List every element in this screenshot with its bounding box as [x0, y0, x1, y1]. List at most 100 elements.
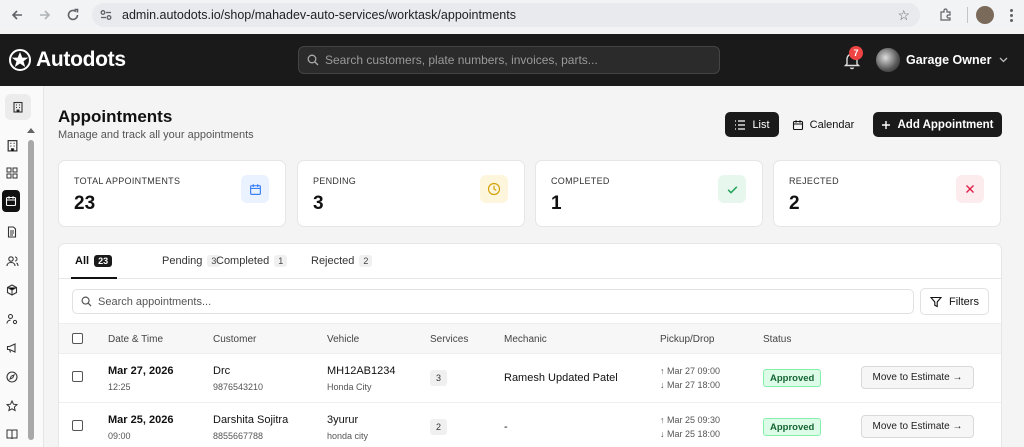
bookmark-star-icon[interactable]: ☆: [897, 7, 910, 24]
browser-toolbar: admin.autodots.io/shop/mahadev-auto-serv…: [0, 0, 1024, 30]
sidebar-item-explore[interactable]: [4, 369, 20, 385]
url-text[interactable]: admin.autodots.io/shop/mahadev-auto-serv…: [122, 8, 516, 22]
sidebar-item-dashboard[interactable]: [4, 137, 20, 153]
stat-label: TOTAL APPOINTMENTS: [74, 176, 181, 186]
calendar-view-button[interactable]: Calendar: [788, 112, 858, 137]
brand-logo[interactable]: Autodots: [8, 48, 126, 72]
appointment-date: Mar 27, 2026: [108, 365, 174, 377]
tab-pending[interactable]: Pending 3: [162, 254, 221, 268]
appointments-search-box[interactable]: [72, 289, 914, 314]
tab-completed[interactable]: Completed 1: [216, 254, 288, 268]
tab-label: Rejected: [311, 255, 355, 267]
autodots-logo-icon: [9, 49, 31, 71]
browser-profile-avatar[interactable]: [976, 6, 994, 24]
tab-label: All: [75, 255, 90, 267]
building-icon: [13, 101, 23, 113]
extensions-puzzle-icon[interactable]: [935, 4, 957, 26]
clock-icon: [480, 175, 508, 203]
column-header-mechanic[interactable]: Mechanic: [504, 334, 547, 345]
vehicle-model: Honda City: [327, 382, 372, 392]
reload-icon[interactable]: [62, 4, 84, 26]
book-icon: [6, 429, 18, 440]
stat-card-rejected: REJECTED 2: [773, 160, 1001, 227]
back-arrow-icon[interactable]: [6, 4, 28, 26]
sidebar-item-reviews[interactable]: [4, 398, 20, 414]
document-icon: [7, 226, 17, 238]
stat-label: REJECTED: [789, 176, 839, 186]
browser-menu-icon[interactable]: [1004, 8, 1018, 22]
calendar-icon: [241, 175, 269, 203]
row-checkbox[interactable]: [72, 371, 83, 382]
tab-count: 1: [274, 255, 288, 267]
site-settings-icon[interactable]: [94, 3, 118, 27]
global-search-input[interactable]: [325, 53, 705, 67]
page-title: Appointments: [58, 107, 173, 126]
calendar-icon: [5, 196, 17, 207]
user-avatar: [876, 48, 900, 72]
customer-phone: 8855667788: [213, 431, 264, 441]
sidebar-item-appointments[interactable]: [2, 190, 20, 212]
sidebar-item-customers[interactable]: [4, 253, 20, 269]
forward-arrow-icon[interactable]: [34, 4, 56, 26]
column-header-status[interactable]: Status: [763, 334, 791, 345]
list-view-label: List: [752, 118, 770, 131]
appointments-search-input[interactable]: [98, 295, 898, 308]
sidebar-item-documents[interactable]: [4, 224, 20, 240]
column-header-vehicle[interactable]: Vehicle: [327, 334, 359, 345]
tab-all[interactable]: All 23: [75, 254, 113, 268]
services-count-badge: 3: [430, 370, 447, 386]
grid-icon: [6, 167, 18, 179]
column-header-customer[interactable]: Customer: [213, 334, 256, 345]
stat-value: 1: [551, 193, 562, 214]
stat-value: 23: [74, 193, 96, 214]
sidebar-item-overview[interactable]: [4, 165, 20, 181]
filters-button[interactable]: Filters: [920, 288, 989, 315]
list-view-button[interactable]: List: [725, 112, 779, 137]
toolbar-divider: [967, 7, 968, 23]
table-row[interactable]: Mar 27, 2026 12:25 Drc 9876543210 MH12AB…: [59, 354, 1001, 403]
active-tab-indicator: [71, 277, 117, 279]
status-badge: Approved: [763, 418, 822, 436]
tab-rejected[interactable]: Rejected 2: [311, 254, 373, 268]
address-bar[interactable]: admin.autodots.io/shop/mahadev-auto-serv…: [92, 3, 920, 27]
chevron-down-icon: [999, 55, 1008, 65]
sidebar-item-inventory[interactable]: [4, 282, 20, 298]
sidebar-toggle[interactable]: [5, 94, 31, 120]
filters-label: Filters: [949, 295, 979, 308]
user-menu[interactable]: Garage Owner: [876, 48, 1008, 72]
customer-name: Darshita Sojitra: [213, 414, 289, 426]
move-to-estimate-button[interactable]: Move to Estimate →: [861, 415, 974, 438]
stat-label: COMPLETED: [551, 176, 610, 186]
plus-icon: [882, 120, 891, 129]
sidebar-scrollbar-thumb[interactable]: [28, 140, 34, 440]
sidebar-item-guides[interactable]: [4, 426, 20, 442]
compass-icon: [6, 371, 18, 383]
check-icon: [718, 175, 746, 203]
pickup-time: ↑ Mar 27 09:00: [660, 366, 721, 376]
user-settings-icon: [6, 313, 18, 325]
notification-count-badge: 7: [849, 46, 863, 60]
list-icon: [735, 119, 746, 130]
tab-label: Pending: [162, 255, 203, 267]
table-row[interactable]: Mar 25, 2026 09:00 Darshita Sojitra 8855…: [59, 403, 1001, 447]
row-checkbox[interactable]: [72, 420, 83, 431]
select-all-checkbox[interactable]: [72, 333, 83, 344]
stat-card-pending: PENDING 3: [297, 160, 525, 227]
stat-card-total: TOTAL APPOINTMENTS 23: [58, 160, 286, 227]
global-search-box[interactable]: [298, 46, 720, 74]
sidebar-item-staff[interactable]: [4, 311, 20, 327]
scroll-up-arrow-icon[interactable]: [27, 128, 35, 133]
stat-value: 2: [789, 193, 800, 214]
calendar-icon: [792, 119, 803, 130]
appointments-panel: All 23 Pending 3 Completed 1 Rejected 2 …: [58, 243, 1002, 447]
stat-label: PENDING: [313, 176, 357, 186]
move-to-estimate-button[interactable]: Move to Estimate →: [861, 366, 974, 389]
column-header-pickup-drop[interactable]: Pickup/Drop: [660, 334, 714, 345]
megaphone-icon: [6, 343, 16, 353]
column-header-services[interactable]: Services: [430, 334, 468, 345]
column-header-date[interactable]: Date & Time: [108, 334, 163, 345]
sidebar-item-marketing[interactable]: [4, 340, 20, 356]
brand-name: Autodots: [36, 48, 126, 71]
tab-count: 2: [359, 255, 373, 267]
add-appointment-button[interactable]: Add Appointment: [873, 112, 1002, 137]
